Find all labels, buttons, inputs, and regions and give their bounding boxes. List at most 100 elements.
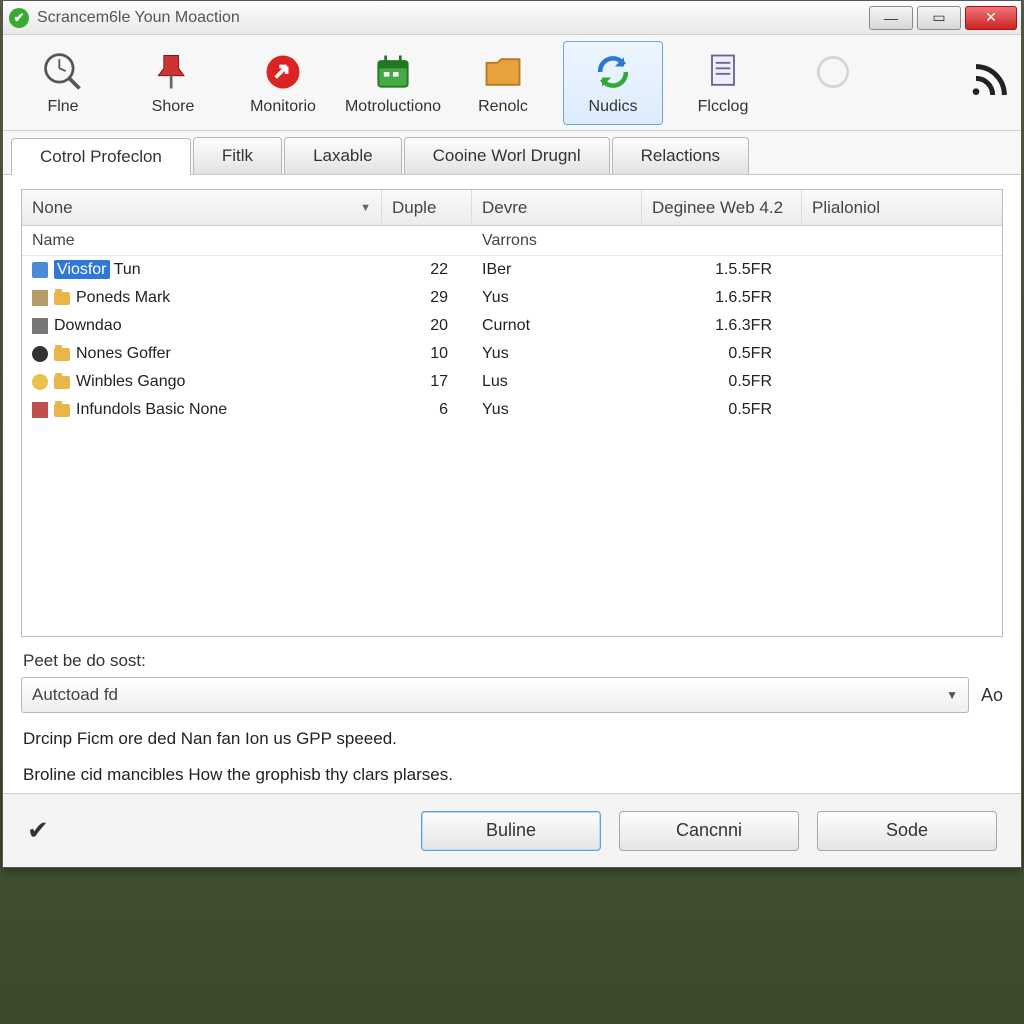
folder-icon [54, 292, 70, 305]
magnifier-clock-icon [41, 50, 85, 94]
folder-icon [54, 348, 70, 361]
mode-dropdown[interactable]: Autctoad fd ▼ [21, 677, 969, 713]
sub-varrons: Varrons [472, 232, 642, 250]
tab-cotrol-profeclon[interactable]: Cotrol Profeclon [11, 138, 191, 175]
toolbar-label: Flcclog [698, 98, 749, 116]
dropdown-value: Autctoad fd [32, 685, 118, 705]
toolbar-flne[interactable]: Flne [13, 41, 113, 125]
table-row[interactable]: Poneds Mark 29 Yus 1.6.5FR [22, 284, 1002, 312]
info-text-2: Broline cid mancibles How the grophisb t… [23, 765, 1001, 785]
app-item-icon [32, 262, 48, 278]
row-devre: Curnot [472, 317, 642, 335]
pushpin-icon [151, 50, 195, 94]
toolbar-label: Motroluctiono [345, 98, 441, 116]
grid-subheader: Name Varrons [22, 226, 1002, 256]
toolbar-renolc[interactable]: Renolc [453, 41, 553, 125]
bulb-item-icon [32, 374, 48, 390]
tab-fitlk[interactable]: Fitlk [193, 137, 282, 174]
row-name: Downdao [54, 317, 122, 335]
tab-bar: Cotrol Profeclon Fitlk Laxable Cooine Wo… [3, 131, 1021, 175]
col-plialoniol[interactable]: Plialoniol [802, 190, 1002, 225]
row-name-selected: Viosfor [54, 260, 110, 279]
toolbar-disabled [783, 41, 883, 125]
row-name: Poneds Mark [76, 289, 170, 307]
row-duple: 22 [382, 261, 472, 279]
toolbar-label: Nudics [589, 98, 638, 116]
save-button[interactable]: Sode [817, 811, 997, 851]
row-devre: Yus [472, 289, 642, 307]
pin-item-icon [32, 346, 48, 362]
toolbar: Flne Shore Monitorio Motroluctiono Renol… [3, 35, 1021, 131]
toolbar-shore[interactable]: Shore [123, 41, 223, 125]
table-row[interactable]: Infundols Basic None 6 Yus 0.5FR [22, 396, 1002, 424]
toolbar-flcclog[interactable]: Flcclog [673, 41, 773, 125]
folder-icon [54, 376, 70, 389]
suffix-label: Ao [981, 685, 1003, 706]
buline-button[interactable]: Buline [421, 811, 601, 851]
minimize-button[interactable]: — [869, 6, 913, 30]
toolbar-label [831, 98, 835, 116]
col-duple[interactable]: Duple [382, 190, 472, 225]
row-name: Nones Goffer [76, 345, 171, 363]
row-deg: 1.6.3FR [642, 317, 802, 335]
row-devre: Yus [472, 345, 642, 363]
toolbar-motroluctiono[interactable]: Motroluctiono [343, 41, 443, 125]
app-icon: ✔ [9, 8, 29, 28]
grid-header: None▼ Duple Devre Deginee Web 4.2 Plialo… [22, 190, 1002, 226]
rss-icon[interactable] [971, 60, 1011, 105]
app-window: ✔ Scrancem6le Youn Moaction — ▭ ✕ Flne S… [2, 0, 1022, 868]
list-item-icon [32, 290, 48, 306]
toolbar-nudics[interactable]: Nudics [563, 41, 663, 125]
table-row[interactable]: Nones Goffer 10 Yus 0.5FR [22, 340, 1002, 368]
window-title: Scrancem6le Youn Moaction [37, 9, 869, 27]
folder-icon [54, 404, 70, 417]
row-name: Winbles Gango [76, 373, 185, 391]
maximize-button[interactable]: ▭ [917, 6, 961, 30]
col-deginee[interactable]: Deginee Web 4.2 [642, 190, 802, 225]
row-deg: 1.5.5FR [642, 261, 802, 279]
row-duple: 10 [382, 345, 472, 363]
cancel-button[interactable]: Cancnni [619, 811, 799, 851]
close-button[interactable]: ✕ [965, 6, 1017, 30]
toolbar-label: Flne [47, 98, 78, 116]
row-duple: 17 [382, 373, 472, 391]
row-duple: 29 [382, 289, 472, 307]
table-row[interactable]: Downdao 20 Curnot 1.6.3FR [22, 312, 1002, 340]
check-icon[interactable]: ✔ [27, 815, 49, 846]
row-devre: IBer [472, 261, 642, 279]
table-row[interactable]: Viosfor Tun 22 IBer 1.5.5FR [22, 256, 1002, 284]
stop-icon [811, 50, 855, 94]
grid-body[interactable]: Viosfor Tun 22 IBer 1.5.5FR Poneds Mark … [22, 256, 1002, 636]
toolbar-label: Shore [152, 98, 195, 116]
row-deg: 1.6.5FR [642, 289, 802, 307]
toolbar-label: Renolc [478, 98, 528, 116]
titlebar: ✔ Scrancem6le Youn Moaction — ▭ ✕ [3, 1, 1021, 35]
tab-cooine[interactable]: Cooine Worl Drugnl [404, 137, 610, 174]
toolbar-label: Monitorio [250, 98, 316, 116]
sub-name: Name [22, 232, 382, 250]
red-arrow-icon [261, 50, 305, 94]
table-row[interactable]: Winbles Gango 17 Lus 0.5FR [22, 368, 1002, 396]
app-item-icon [32, 402, 48, 418]
row-deg: 0.5FR [642, 401, 802, 419]
toolbar-monitorio[interactable]: Monitorio [233, 41, 333, 125]
chevron-down-icon: ▼ [946, 688, 958, 702]
list-item-icon [32, 318, 48, 334]
refresh-globe-icon [591, 50, 635, 94]
data-grid: None▼ Duple Devre Deginee Web 4.2 Plialo… [21, 189, 1003, 637]
tab-relactions[interactable]: Relactions [612, 137, 749, 174]
folder-icon [481, 50, 525, 94]
sort-indicator-icon: ▼ [360, 202, 371, 214]
info-text-1: Drcinp Ficm ore ded Nan fan Ion us GPP s… [23, 729, 1001, 749]
row-name: Tun [110, 261, 141, 278]
col-none[interactable]: None▼ [22, 190, 382, 225]
calendar-icon [371, 50, 415, 94]
row-duple: 20 [382, 317, 472, 335]
tab-laxable[interactable]: Laxable [284, 137, 402, 174]
row-duple: 6 [382, 401, 472, 419]
content-area: None▼ Duple Devre Deginee Web 4.2 Plialo… [3, 175, 1021, 793]
col-devre[interactable]: Devre [472, 190, 642, 225]
footer: ✔ Buline Cancnni Sode [3, 793, 1021, 867]
row-deg: 0.5FR [642, 373, 802, 391]
row-devre: Yus [472, 401, 642, 419]
